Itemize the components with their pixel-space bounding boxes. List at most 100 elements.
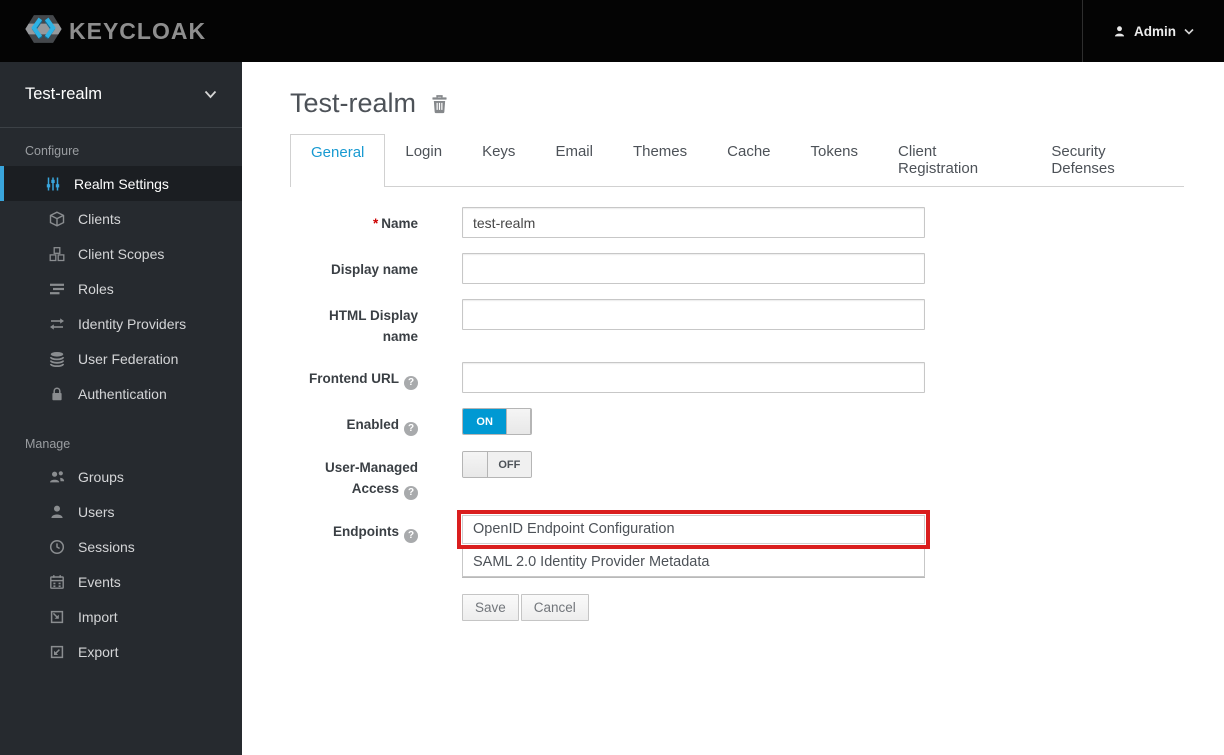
tab-bar: General Login Keys Email Themes Cache To… xyxy=(290,134,1184,187)
clock-icon xyxy=(49,539,65,555)
tab-general[interactable]: General xyxy=(290,134,386,187)
realm-title: Test-realm xyxy=(290,88,417,118)
form-row-endpoints: Endpoints? OpenID Endpoint Configuration… xyxy=(290,510,1184,577)
group-icon xyxy=(49,469,65,485)
required-marker: * xyxy=(372,216,379,231)
form-row-display-name: Display name xyxy=(290,253,1184,284)
list-icon xyxy=(49,281,65,297)
form-row-name: * Name xyxy=(290,207,1184,238)
realm-selector-label: Test-realm xyxy=(25,85,103,103)
sidebar-item-label: Sessions xyxy=(78,538,135,555)
sidebar: Test-realm Configure Realm Settings Clie… xyxy=(0,62,242,755)
sidebar-item-label: Authentication xyxy=(78,385,167,402)
sidebar-item-users[interactable]: Users xyxy=(0,494,242,529)
user-icon xyxy=(49,504,65,520)
form-row-frontend-url: Frontend URL? xyxy=(290,362,1184,393)
sidebar-item-client-scopes[interactable]: Client Scopes xyxy=(0,236,242,271)
sidebar-item-label: Export xyxy=(78,643,119,660)
help-icon[interactable]: ? xyxy=(404,486,418,500)
sidebar-item-label: Events xyxy=(78,573,121,590)
saml-metadata-link[interactable]: SAML 2.0 Identity Provider Metadata xyxy=(462,549,925,577)
help-icon[interactable]: ? xyxy=(404,529,418,543)
help-icon[interactable]: ? xyxy=(404,422,418,436)
top-bar: KEYCLOAK Admin xyxy=(0,0,1224,62)
tab-client-registration[interactable]: Client Registration xyxy=(878,134,1031,186)
toggle-off-label: OFF xyxy=(487,452,531,477)
form-row-html-display-name: HTML Display name xyxy=(290,299,1184,347)
import-icon xyxy=(49,609,65,625)
toggle-on-label: ON xyxy=(463,409,507,434)
tab-tokens[interactable]: Tokens xyxy=(791,134,879,186)
user-menu-label: Admin xyxy=(1134,23,1176,39)
cube-icon xyxy=(49,210,65,227)
sidebar-item-user-federation[interactable]: User Federation xyxy=(0,341,242,376)
tab-cache[interactable]: Cache xyxy=(707,134,790,186)
frontend-url-label: Frontend URL? xyxy=(290,362,418,393)
name-label: * Name xyxy=(372,216,418,231)
realm-settings-form: *Name Display name HTML Display name xyxy=(290,207,1184,621)
toggle-handle xyxy=(506,409,531,434)
page-title: Test-realm xyxy=(290,88,1184,119)
user-menu[interactable]: Admin xyxy=(1082,0,1224,62)
database-icon xyxy=(49,351,65,367)
enabled-toggle[interactable]: ON xyxy=(462,408,532,435)
tab-themes[interactable]: Themes xyxy=(613,134,707,186)
sidebar-item-label: Groups xyxy=(78,468,124,485)
display-name-input[interactable] xyxy=(462,253,925,284)
name-input[interactable] xyxy=(462,207,925,238)
sidebar-item-sessions[interactable]: Sessions xyxy=(0,529,242,564)
html-display-name-input[interactable] xyxy=(462,299,925,330)
keycloak-brand[interactable]: KEYCLOAK xyxy=(0,13,206,50)
lock-icon xyxy=(49,386,65,402)
form-row-enabled: Enabled? ON xyxy=(290,408,1184,436)
sidebar-item-label: Users xyxy=(78,503,115,520)
calendar-icon xyxy=(49,574,65,590)
tab-security-defenses[interactable]: Security Defenses xyxy=(1031,134,1184,186)
openid-endpoint-link[interactable]: OpenID Endpoint Configuration xyxy=(462,515,925,544)
frontend-url-input[interactable] xyxy=(462,362,925,393)
sidebar-section-configure: Configure xyxy=(25,144,80,158)
user-managed-access-label: User-Managed Access? xyxy=(324,460,418,500)
sidebar-item-label: Clients xyxy=(78,210,121,227)
brand-text: KEYCLOAK xyxy=(69,17,207,44)
user-managed-access-toggle[interactable]: OFF xyxy=(462,451,532,478)
exchange-arrows-icon xyxy=(49,316,65,332)
sidebar-item-groups[interactable]: Groups xyxy=(0,459,242,494)
tab-email[interactable]: Email xyxy=(535,134,613,186)
save-button[interactable]: Save xyxy=(462,594,519,621)
sidebar-item-clients[interactable]: Clients xyxy=(0,201,242,236)
tab-login[interactable]: Login xyxy=(385,134,462,186)
sidebar-item-roles[interactable]: Roles xyxy=(0,271,242,306)
main-content: Test-realm General Login Keys Email Them… xyxy=(242,62,1224,755)
sidebar-item-label: Identity Providers xyxy=(78,315,187,332)
sidebar-item-import[interactable]: Import xyxy=(0,599,242,634)
help-icon[interactable]: ? xyxy=(404,376,418,390)
sidebar-item-label: Realm Settings xyxy=(74,175,169,192)
sidebar-item-label: Client Scopes xyxy=(78,245,165,262)
export-icon xyxy=(49,644,65,660)
highlight-box: OpenID Endpoint Configuration xyxy=(457,510,930,549)
toggle-handle xyxy=(463,452,488,477)
cancel-button[interactable]: Cancel xyxy=(520,594,589,621)
form-row-user-managed-access: User-Managed Access? OFF xyxy=(290,451,1184,500)
enabled-label: Enabled? xyxy=(290,408,418,436)
sidebar-item-label: Import xyxy=(78,608,118,625)
sidebar-item-export[interactable]: Export xyxy=(0,634,242,669)
chevron-down-icon xyxy=(204,85,217,104)
display-name-label: Display name xyxy=(330,262,418,277)
cubes-icon xyxy=(49,246,65,262)
sidebar-item-label: Roles xyxy=(78,280,114,297)
endpoints-label: Endpoints? xyxy=(290,515,418,577)
sidebar-item-identity-providers[interactable]: Identity Providers xyxy=(0,306,242,341)
realm-selector[interactable]: Test-realm xyxy=(0,62,242,128)
user-icon xyxy=(1113,25,1126,38)
sidebar-item-label: User Federation xyxy=(78,350,179,367)
trash-icon[interactable] xyxy=(430,94,449,114)
sidebar-item-realm-settings[interactable]: Realm Settings xyxy=(0,166,242,201)
sidebar-item-authentication[interactable]: Authentication xyxy=(0,376,242,411)
form-actions: Save Cancel xyxy=(462,594,1184,621)
sidebar-item-events[interactable]: Events xyxy=(0,564,242,599)
tab-keys[interactable]: Keys xyxy=(462,134,535,186)
caret-down-icon xyxy=(1184,28,1194,35)
sidebar-section-manage: Manage xyxy=(25,437,71,451)
